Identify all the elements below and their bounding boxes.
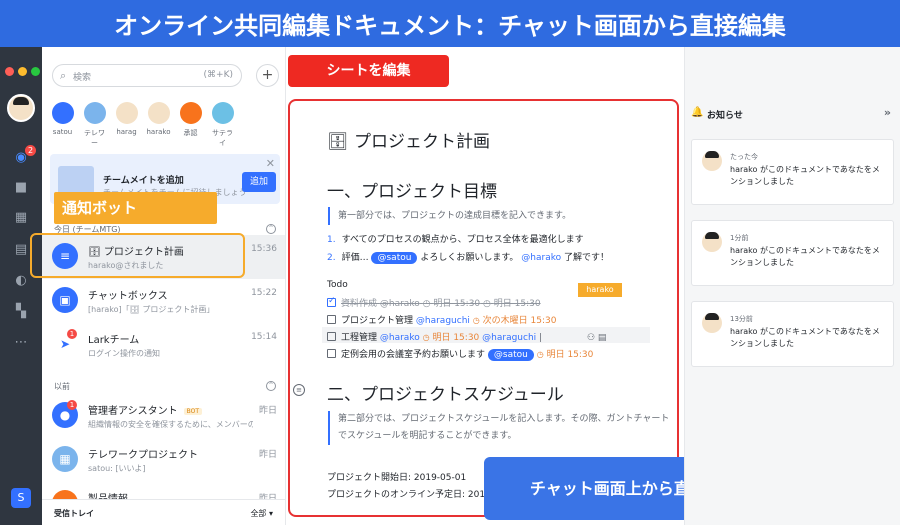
- assign-icon[interactable]: ⚇: [587, 333, 595, 343]
- group-icon: ●: [52, 490, 78, 499]
- chat-item-product-info[interactable]: ● 製品情報 昨日: [42, 482, 285, 499]
- mention-harako[interactable]: @harako: [521, 253, 561, 263]
- add-teammate-button[interactable]: 追加: [242, 172, 276, 192]
- collapse-icon[interactable]: ^: [266, 224, 276, 234]
- start-date[interactable]: プロジェクト開始日: 2019-05-01: [327, 470, 466, 483]
- contact-avatar: [147, 102, 170, 124]
- contact-telework[interactable]: テレワー: [82, 102, 107, 148]
- checkbox[interactable]: [327, 315, 336, 324]
- heading-schedule[interactable]: 二、プロジェクトスケジュール: [327, 380, 564, 405]
- add-button[interactable]: +: [256, 64, 279, 87]
- list-item-1[interactable]: 1. すべてのプロセスの観点から、プロセス全体を最適化します: [327, 232, 584, 245]
- calendar-icon[interactable]: ▦: [13, 210, 29, 226]
- clock-icon: ◷: [536, 350, 544, 359]
- notification-card[interactable]: たった今 harako がこのドキュメントであなたをメンションしました: [691, 139, 894, 205]
- bot-badge: BOT: [183, 408, 203, 415]
- group-icon: ▦: [52, 446, 78, 472]
- contact-satou[interactable]: satou: [50, 102, 75, 148]
- checkbox[interactable]: [327, 332, 336, 341]
- nav-rail: ◉ 2 ■ ▦ ▤ ◐ ▚ ⋯ S: [0, 47, 42, 525]
- contact-harag[interactable]: harag: [114, 102, 139, 148]
- section-earlier: 以前: [54, 382, 70, 391]
- checkbox[interactable]: [327, 296, 336, 307]
- recent-contacts: satou テレワー harag harako 承認 サテライ: [50, 102, 235, 148]
- edit-sheet-callout: シートを編集: [288, 55, 449, 87]
- bell-icon: 🔔: [691, 107, 704, 118]
- avatar: [702, 313, 722, 333]
- inbox-label: 受信トレイ: [54, 509, 94, 518]
- unread-badge: 1: [67, 329, 77, 339]
- collapse-icon[interactable]: ^: [266, 381, 276, 391]
- clock-icon: ◷: [422, 333, 430, 342]
- doc-title: 🗄 プロジェクト計画: [327, 132, 490, 152]
- unread-badge: 1: [67, 400, 77, 410]
- window-controls: [5, 67, 40, 76]
- quote-goals[interactable]: 第一部分では、プロジェクトの達成目標を記入できます。: [328, 207, 571, 225]
- close-icon[interactable]: ✕: [266, 157, 275, 170]
- inbox-filter[interactable]: 全部 ▾: [250, 508, 273, 519]
- close-window-button[interactable]: [5, 67, 14, 76]
- collaborator-cursor: harako: [578, 283, 622, 297]
- contact-harako[interactable]: harako: [146, 102, 171, 148]
- video-icon[interactable]: ■: [13, 180, 29, 196]
- chat-item-lark-team[interactable]: ➤ 1 Larkチーム ログイン操作の通知 15:14: [42, 323, 285, 367]
- chat-item-chatbox[interactable]: ▣ チャットボックス [harako]「🗄 プロジェクト計画」 15:22: [42, 279, 285, 323]
- notify-bot-callout: 通知ボット: [54, 192, 217, 224]
- date-icon[interactable]: ▤: [598, 333, 607, 343]
- todo-heading: Todo: [327, 280, 348, 290]
- contacts-icon[interactable]: ◐: [13, 273, 29, 289]
- search-icon: ⌕: [60, 69, 67, 82]
- contact-avatar: [83, 102, 106, 124]
- avatar: [702, 232, 722, 252]
- apps-icon[interactable]: ▚: [13, 304, 29, 320]
- notification-card[interactable]: 1分前 harako がこのドキュメントであなたをメンションしました: [691, 220, 894, 286]
- clock-icon: ◷: [422, 299, 431, 309]
- more-icon[interactable]: ⋯: [13, 335, 29, 351]
- maximize-window-button[interactable]: [31, 67, 40, 76]
- heading-goals[interactable]: 一、プロジェクト目標: [327, 177, 497, 202]
- minimize-window-button[interactable]: [18, 67, 27, 76]
- chat-item-admin-assistant[interactable]: ● 1 管理者アシスタントBOT 組織情報の安全を確保するために、メンバーの招待…: [42, 394, 285, 438]
- contact-satellite[interactable]: サテライ: [210, 102, 235, 148]
- block-menu-icon[interactable]: ≡: [293, 384, 305, 396]
- contact-avatar: [179, 102, 202, 124]
- inbox-bar[interactable]: 受信トレイ 全部 ▾: [42, 499, 285, 525]
- todo-item-4[interactable]: 定例会用の会議室予約お願いします @satou ◷ 明日 15:30: [327, 347, 593, 361]
- docs-icon[interactable]: ▤: [13, 242, 29, 258]
- workspace-button[interactable]: S: [11, 488, 31, 508]
- user-avatar[interactable]: [7, 94, 35, 122]
- todo-item-3[interactable]: 工程管理 @harako ◷ 明日 15:30 @haraguchi | ⚇ ▤: [327, 330, 606, 343]
- chatbox-icon: ▣: [52, 287, 78, 313]
- notification-card[interactable]: 13分前 harako がこのドキュメントであなたをメンションしました: [691, 301, 894, 367]
- checkbox[interactable]: [327, 349, 336, 358]
- todo-item-1[interactable]: 資料作成 @harako ◷ 明日 15:30 ◷ 明日 15:30: [327, 296, 541, 309]
- clock-icon: ◷: [472, 316, 480, 325]
- search-input[interactable]: ⌕ 検索 (⌘+K): [52, 64, 242, 87]
- online-date[interactable]: プロジェクトのオンライン予定日: 2019-0: [327, 487, 500, 500]
- todo-item-2[interactable]: プロジェクト管理 @haraguchi ◷ 次の木曜日 15:30: [327, 313, 556, 326]
- collapse-panel-icon[interactable]: »: [884, 106, 891, 119]
- clock-icon: ◷: [483, 299, 491, 309]
- avatar: [702, 151, 722, 171]
- title-banner: オンライン共同編集ドキュメント：チャット画面から直接編集: [0, 0, 900, 47]
- contact-avatar: [115, 102, 138, 124]
- chat-list-panel: ⌕ 検索 (⌘+K) + satou テレワー harag harako 承認 …: [42, 47, 286, 525]
- notifications-panel: 🔔 お知らせ » たった今 harako がこのドキュメントであなたをメンション…: [684, 47, 900, 525]
- mention-satou[interactable]: @satou: [371, 252, 418, 264]
- chat-item-telework-project[interactable]: ▦ テレワークプロジェクト satou: [いいよ] 昨日: [42, 438, 285, 482]
- highlight-frame: [30, 233, 245, 278]
- app-window: ◉ 2 ■ ▦ ▤ ◐ ▚ ⋯ S ⌕ 検索 (⌘+K) + satou テレワ…: [0, 47, 900, 525]
- quote-schedule[interactable]: 第二部分では、プロジェクトスケジュールを記入します。その際、ガントチャートでスケ…: [328, 411, 678, 445]
- contact-avatar: [51, 102, 74, 124]
- contact-approval[interactable]: 承認: [178, 102, 203, 148]
- list-item-2[interactable]: 2. 評価… @satou よろしくお願いします。 @harako 了解です！: [327, 250, 609, 264]
- unread-badge: 2: [25, 145, 36, 156]
- contact-avatar: [211, 102, 234, 124]
